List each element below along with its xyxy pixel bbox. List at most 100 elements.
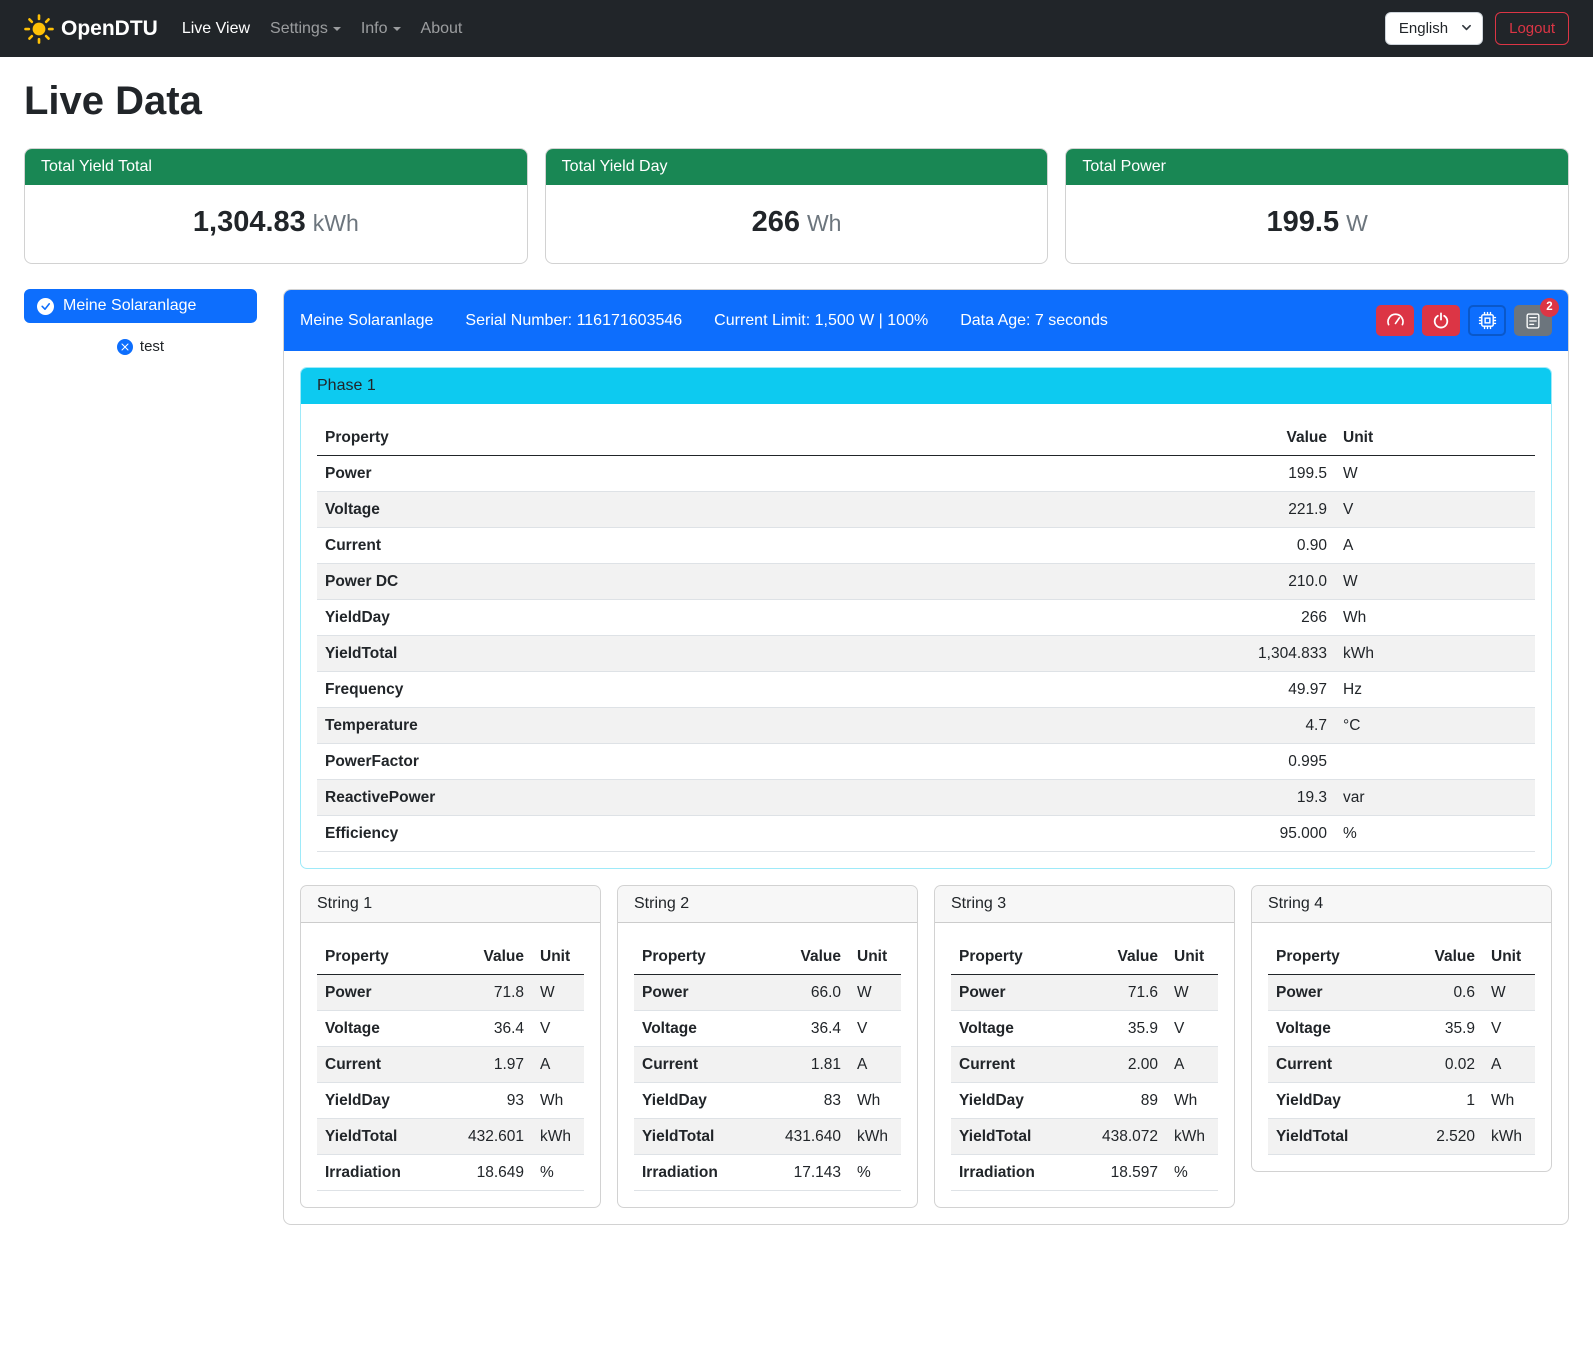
- unit-cell: Wh: [1335, 600, 1535, 636]
- value-cell: 18.649: [454, 1155, 532, 1191]
- column-header-property: Property: [317, 939, 454, 975]
- logout-button[interactable]: Logout: [1495, 12, 1569, 45]
- brand-link[interactable]: OpenDTU: [24, 14, 158, 44]
- table-row: ReactivePower 19.3 var: [317, 780, 1535, 816]
- column-header-value: Value: [771, 939, 849, 975]
- value-cell: 1.81: [771, 1047, 849, 1083]
- unit-cell: °C: [1335, 708, 1535, 744]
- value-cell: 1: [1405, 1083, 1483, 1119]
- unit-cell: Wh: [1483, 1083, 1535, 1119]
- inverter-card-header: Meine Solaranlage Serial Number: 1161716…: [284, 290, 1568, 351]
- table-row: Power 199.5 W: [317, 456, 1535, 492]
- property-cell: Voltage: [317, 492, 1225, 528]
- table-row: YieldTotal 2.520 kWh: [1268, 1119, 1535, 1155]
- value-cell: 2.520: [1405, 1119, 1483, 1155]
- unit-cell: A: [1166, 1047, 1218, 1083]
- property-cell: Efficiency: [317, 816, 1225, 852]
- column-header-value: Value: [1088, 939, 1166, 975]
- nav-settings[interactable]: Settings: [260, 12, 351, 46]
- column-header-value: Value: [454, 939, 532, 975]
- unit-cell: kWh: [532, 1119, 584, 1155]
- property-cell: Voltage: [951, 1011, 1088, 1047]
- property-cell: Current: [951, 1047, 1088, 1083]
- table-row: YieldDay 83 Wh: [634, 1083, 901, 1119]
- property-cell: Irradiation: [317, 1155, 454, 1191]
- property-cell: YieldDay: [1268, 1083, 1405, 1119]
- unit-cell: %: [849, 1155, 901, 1191]
- value-cell: 210.0: [1225, 564, 1335, 600]
- string-card-4: String 4 Property Value Unit: [1251, 885, 1552, 1172]
- unit-cell: A: [1335, 528, 1535, 564]
- property-cell: YieldTotal: [317, 636, 1225, 672]
- device-info-button[interactable]: [1468, 305, 1506, 336]
- table-row: YieldDay 266 Wh: [317, 600, 1535, 636]
- event-log-button[interactable]: 2: [1514, 305, 1552, 336]
- column-header-value: Value: [1405, 939, 1483, 975]
- property-cell: Current: [634, 1047, 771, 1083]
- summary-card-body: 199.5W: [1066, 185, 1568, 263]
- property-cell: Power: [951, 975, 1088, 1011]
- inverter-sidebar: Meine Solaranlage test: [24, 289, 257, 356]
- x-circle-icon: [117, 339, 133, 355]
- unit-cell: kWh: [1335, 636, 1535, 672]
- table-row: PowerFactor 0.995: [317, 744, 1535, 780]
- unit-cell: A: [532, 1047, 584, 1083]
- summary-card-title: Total Yield Total: [25, 149, 527, 185]
- unit-cell: W: [1335, 564, 1535, 600]
- table-header-row: Property Value Unit: [317, 420, 1535, 456]
- summary-unit: Wh: [807, 210, 842, 236]
- table-row: YieldDay 89 Wh: [951, 1083, 1218, 1119]
- property-cell: Temperature: [317, 708, 1225, 744]
- value-cell: 199.5: [1225, 456, 1335, 492]
- column-header-property: Property: [1268, 939, 1405, 975]
- table-header-row: Property Value Unit: [951, 939, 1218, 975]
- strings-row: String 1 Property Value Unit: [300, 885, 1552, 1208]
- unit-cell: V: [1166, 1011, 1218, 1047]
- table-header-row: Property Value Unit: [1268, 939, 1535, 975]
- page-title: Live Data: [24, 79, 1569, 124]
- limit-button[interactable]: [1376, 305, 1414, 336]
- table-row: YieldDay 93 Wh: [317, 1083, 584, 1119]
- property-cell: Frequency: [317, 672, 1225, 708]
- unit-cell: A: [849, 1047, 901, 1083]
- summary-card-title: Total Yield Day: [546, 149, 1048, 185]
- value-cell: 83: [771, 1083, 849, 1119]
- value-cell: 0.995: [1225, 744, 1335, 780]
- summary-value: 266: [752, 206, 800, 238]
- table-row: Voltage 221.9 V: [317, 492, 1535, 528]
- unit-cell: var: [1335, 780, 1535, 816]
- value-cell: 2.00: [1088, 1047, 1166, 1083]
- inverter-name: Meine Solaranlage: [300, 312, 433, 330]
- cpu-icon: [1478, 311, 1497, 330]
- sidebar-item-label: test: [140, 338, 164, 355]
- sidebar-item-active-inverter[interactable]: Meine Solaranlage: [24, 289, 257, 323]
- summary-value: 199.5: [1267, 206, 1340, 238]
- value-cell: 36.4: [454, 1011, 532, 1047]
- language-select[interactable]: English: [1385, 12, 1483, 45]
- nav-info[interactable]: Info: [351, 12, 411, 46]
- table-row: Voltage 35.9 V: [1268, 1011, 1535, 1047]
- unit-cell: [1335, 744, 1535, 780]
- inverter-actions: 2: [1376, 305, 1552, 336]
- property-cell: PowerFactor: [317, 744, 1225, 780]
- unit-cell: A: [1483, 1047, 1535, 1083]
- property-cell: YieldDay: [317, 1083, 454, 1119]
- property-cell: YieldTotal: [317, 1119, 454, 1155]
- property-cell: ReactivePower: [317, 780, 1225, 816]
- nav-live-view[interactable]: Live View: [172, 12, 260, 46]
- navbar-right: English Logout: [1385, 12, 1569, 45]
- property-cell: YieldDay: [317, 600, 1225, 636]
- property-cell: Power: [317, 456, 1225, 492]
- power-button[interactable]: [1422, 305, 1460, 336]
- value-cell: 95.000: [1225, 816, 1335, 852]
- property-cell: YieldDay: [634, 1083, 771, 1119]
- column-header-unit: Unit: [532, 939, 584, 975]
- value-cell: 35.9: [1088, 1011, 1166, 1047]
- nav-about[interactable]: About: [411, 12, 473, 46]
- column-header-unit: Unit: [849, 939, 901, 975]
- table-row: Voltage 36.4 V: [317, 1011, 584, 1047]
- unit-cell: %: [532, 1155, 584, 1191]
- table-row: Current 2.00 A: [951, 1047, 1218, 1083]
- sidebar-item-test-inverter[interactable]: test: [24, 337, 257, 356]
- value-cell: 266: [1225, 600, 1335, 636]
